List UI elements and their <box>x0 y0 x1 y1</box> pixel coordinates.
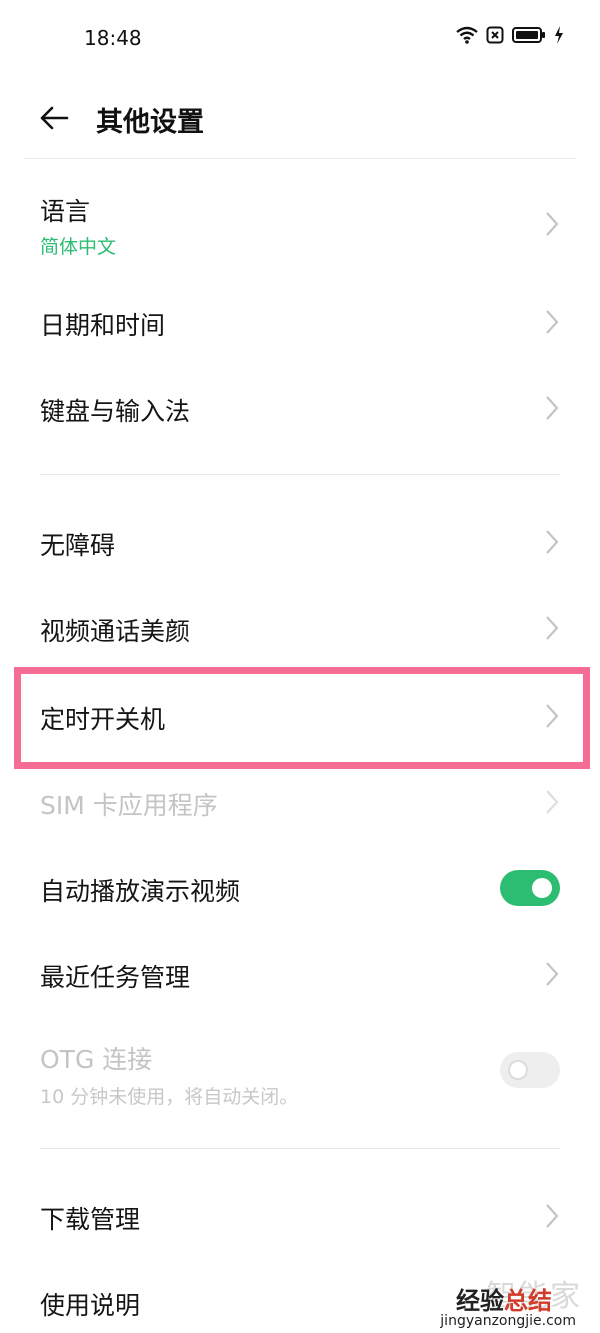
chevron-right-icon <box>546 704 559 728</box>
settings-item-label: 无障碍 <box>40 531 116 560</box>
page-title: 其他设置 <box>96 107 204 138</box>
settings-item-label: 语言 <box>40 197 91 226</box>
status-bar: 18:48 <box>0 0 600 76</box>
status-time: 18:48 <box>84 26 142 50</box>
settings-item-label: 使用说明 <box>40 1291 141 1320</box>
settings-item-label: OTG 连接 <box>40 1045 153 1074</box>
watermark-main: 经验总结 <box>456 1287 552 1315</box>
arrow-left-icon <box>40 106 69 130</box>
back-button[interactable] <box>34 96 74 140</box>
settings-item-date-time[interactable]: 日期和时间 <box>0 280 600 364</box>
no-sim-icon <box>486 26 504 44</box>
settings-item-label: 定时开关机 <box>40 705 166 734</box>
autoplay-toggle[interactable] <box>500 870 560 906</box>
toggle-knob <box>532 878 552 898</box>
settings-item-label: 自动播放演示视频 <box>40 877 241 906</box>
settings-item-label: 最近任务管理 <box>40 963 191 992</box>
settings-item-downloads[interactable]: 下载管理 <box>0 1174 600 1258</box>
settings-item-autoplay-demo: 自动播放演示视频 <box>0 846 600 930</box>
otg-toggle <box>500 1052 560 1088</box>
chevron-right-icon <box>546 530 559 554</box>
settings-item-keyboard[interactable]: 键盘与输入法 <box>0 366 600 450</box>
settings-item-label: 下载管理 <box>40 1205 141 1234</box>
battery-icon <box>512 27 545 43</box>
chevron-right-icon <box>546 1204 559 1228</box>
watermark: 智能家 经验总结 jingyanzongjie.com <box>440 1271 582 1329</box>
chevron-right-icon <box>546 396 559 420</box>
settings-item-scheduled-power[interactable]: 定时开关机 <box>0 674 600 758</box>
settings-item-label: SIM 卡应用程序 <box>40 791 218 820</box>
settings-item-sub: 10 分钟未使用，将自动关闭。 <box>40 1086 299 1108</box>
status-icons <box>456 26 564 44</box>
settings-item-accessibility[interactable]: 无障碍 <box>0 500 600 584</box>
settings-item-otg: OTG 连接 10 分钟未使用，将自动关闭。 <box>0 1022 600 1118</box>
settings-item-label: 日期和时间 <box>40 311 166 340</box>
wifi-icon <box>456 26 478 44</box>
header-divider <box>24 158 576 159</box>
toggle-knob <box>508 1060 528 1080</box>
charging-icon <box>555 26 563 44</box>
chevron-right-icon <box>546 962 559 986</box>
chevron-right-icon <box>546 310 559 334</box>
settings-item-label: 键盘与输入法 <box>40 397 191 426</box>
settings-item-sub: 简体中文 <box>40 236 117 258</box>
settings-item-language[interactable]: 语言 简体中文 <box>0 176 600 272</box>
section-divider <box>40 1148 560 1149</box>
settings-item-video-beauty[interactable]: 视频通话美颜 <box>0 586 600 670</box>
chevron-right-icon <box>546 790 559 814</box>
chevron-right-icon <box>546 212 559 236</box>
section-divider <box>40 474 560 475</box>
header: 其他设置 <box>0 86 600 152</box>
settings-item-label: 视频通话美颜 <box>40 617 191 646</box>
settings-item-recent-tasks[interactable]: 最近任务管理 <box>0 932 600 1016</box>
watermark-url: jingyanzongjie.com <box>440 1313 576 1329</box>
settings-item-sim-apps: SIM 卡应用程序 <box>0 760 600 844</box>
chevron-right-icon <box>546 616 559 640</box>
